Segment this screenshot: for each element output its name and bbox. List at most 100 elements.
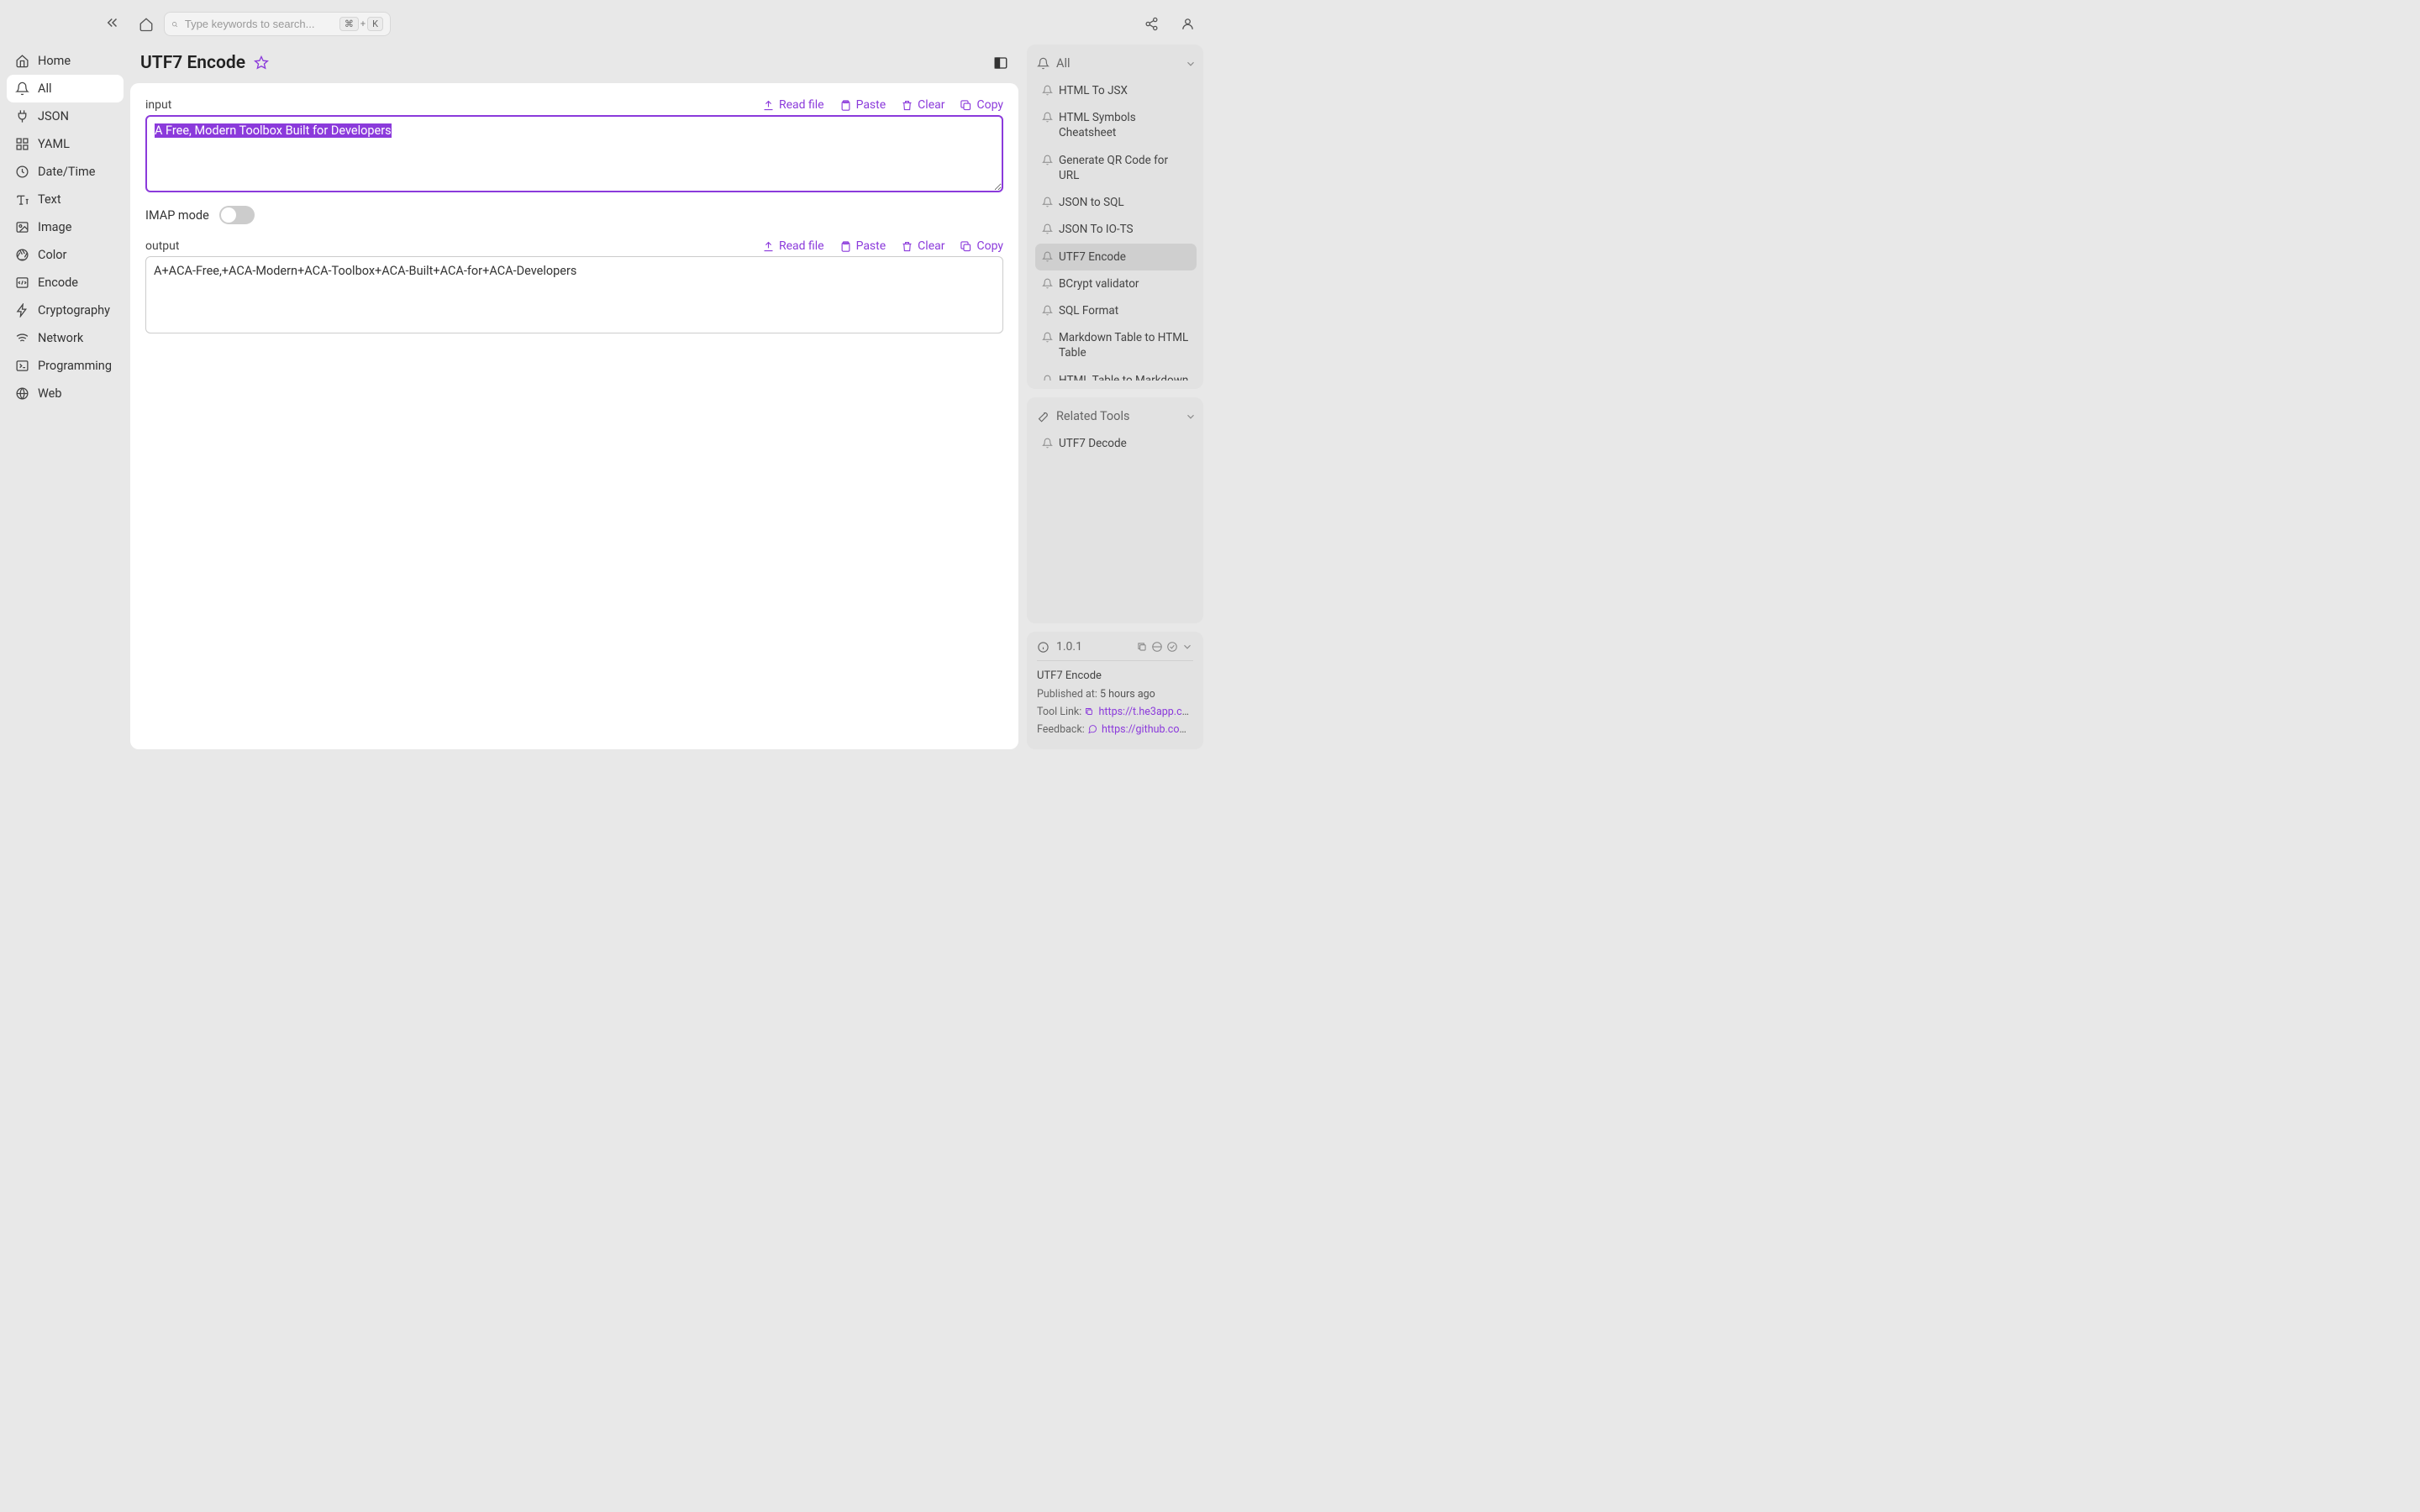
home-button[interactable] [139,17,154,32]
tool-item[interactable]: Generate QR Code for URL [1035,147,1197,189]
feedback-link[interactable]: https://github.com/… [1102,723,1193,736]
text-icon [15,192,29,207]
favorite-button[interactable] [254,55,269,71]
input-read-file-button[interactable]: Read file [762,98,824,112]
search-icon [171,18,178,30]
tool-item-label: Markdown Table to HTML Table [1059,330,1190,360]
globe-small-icon[interactable] [1151,641,1163,653]
message-icon[interactable] [1087,724,1097,734]
tool-link[interactable]: https://t.he3app.co… [1099,706,1193,718]
info-panel: 1.0.1 UTF7 Encode Published at: 5 hours … [1027,632,1203,749]
tool-item[interactable]: JSON to SQL [1035,189,1197,216]
info-feedback: Feedback: https://github.com/… [1037,723,1193,736]
user-button[interactable] [1181,17,1195,31]
output-textarea[interactable]: A+ACA-Free,+ACA-Modern+ACA-Toolbox+ACA-B… [145,256,1003,333]
copy-icon [960,240,972,253]
input-text-selected: A Free, Modern Toolbox Built for Develop… [155,123,392,138]
output-read-file-button[interactable]: Read file [762,239,824,253]
paste-icon [839,240,852,253]
tool-item-label: HTML Table to Markdown Table [1059,373,1190,381]
page-title: UTF7 Encode [140,53,245,73]
input-clear-button[interactable]: Clear [901,98,944,112]
collapse-sidebar-button[interactable] [105,15,120,30]
upload-icon [762,240,775,253]
aperture-icon [15,248,29,262]
toggle-sidepanel-button[interactable] [993,55,1008,71]
tool-item-label: SQL Format [1059,303,1118,318]
chevron-down-icon[interactable] [1185,411,1197,423]
nav-programming[interactable]: Programming [7,352,124,380]
tool-item[interactable]: Markdown Table to HTML Table [1035,324,1197,366]
nav-datetime[interactable]: Date/Time [7,158,124,186]
nav-text[interactable]: Text [7,186,124,213]
topbar: ⌘ + K [130,7,1203,45]
info-icon [1037,641,1050,654]
info-published: Published at: 5 hours ago [1037,688,1193,701]
input-label: input [145,98,171,112]
input-textarea[interactable]: A Free, Modern Toolbox Built for Develop… [145,115,1003,192]
share-button[interactable] [1144,17,1159,31]
nav-yaml[interactable]: YAML [7,130,124,158]
nav-label: Cryptography [38,303,110,318]
output-clear-button[interactable]: Clear [901,239,944,253]
output-copy-button[interactable]: Copy [960,239,1003,253]
nav-encode[interactable]: Encode [7,269,124,297]
page-header: UTF7 Encode [130,45,1018,83]
tool-item[interactable]: BCrypt validator [1035,270,1197,297]
all-tools-panel: All HTML To JSX HTML Symbols Cheatsheet Ge… [1027,45,1203,389]
right-column: All HTML To JSX HTML Symbols Cheatsheet Ge… [1027,45,1203,749]
bell-icon [15,81,29,96]
tool-item[interactable]: UTF7 Encode [1035,244,1197,270]
nav-cryptography[interactable]: Cryptography [7,297,124,324]
wifi-icon [15,331,29,345]
nav-home[interactable]: Home [7,47,124,75]
chevron-down-icon[interactable] [1181,641,1193,653]
tool-item-label: HTML Symbols Cheatsheet [1059,110,1190,140]
related-tools-header: Related Tools [1035,406,1200,430]
bolt-icon [15,303,29,318]
nav-color[interactable]: Color [7,241,124,269]
search-box[interactable]: ⌘ + K [164,12,391,36]
tool-item-label: UTF7 Decode [1059,436,1127,451]
nav-label: Web [38,386,61,401]
input-paste-button[interactable]: Paste [839,98,886,112]
bell-icon [1037,57,1050,70]
output-paste-button[interactable]: Paste [839,239,886,253]
all-tools-list[interactable]: HTML To JSX HTML Symbols Cheatsheet Genera… [1035,77,1200,381]
check-circle-icon[interactable] [1166,641,1178,653]
info-header-icons [1136,641,1193,653]
all-tools-header: All [1035,53,1200,77]
copy-icon[interactable] [1084,706,1094,717]
tool-item-label: BCrypt validator [1059,276,1139,291]
tool-item[interactable]: UTF7 Decode [1035,430,1197,457]
copy-small-icon[interactable] [1136,641,1148,653]
info-tool-link: Tool Link: https://t.he3app.co… [1037,706,1193,718]
search-input[interactable] [185,18,333,30]
input-copy-button[interactable]: Copy [960,98,1003,112]
tool-item[interactable]: HTML Table to Markdown Table [1035,367,1197,381]
search-shortcut: ⌘ + K [339,17,383,31]
imap-toggle[interactable] [219,206,255,224]
trash-icon [901,240,913,253]
nav-network[interactable]: Network [7,324,124,352]
tool-item-label: JSON To IO-TS [1059,222,1134,237]
tool-item[interactable]: HTML To JSX [1035,77,1197,104]
nav-all[interactable]: All [7,75,124,102]
tool-item[interactable]: JSON To IO-TS [1035,216,1197,243]
nav-json[interactable]: JSON [7,102,124,130]
nav-label: Encode [38,276,78,290]
nav-label: Date/Time [38,165,95,179]
nav-label: Color [38,248,66,262]
nav-web[interactable]: Web [7,380,124,407]
main-wrapper: ⌘ + K UTF7 Encode input [130,0,1210,756]
chevron-down-icon[interactable] [1185,58,1197,70]
nav-label: All [38,81,52,96]
nav-image[interactable]: Image [7,213,124,241]
version-text: 1.0.1 [1056,640,1082,654]
input-header: input Read file Paste Clear [145,98,1003,112]
tool-item[interactable]: SQL Format [1035,297,1197,324]
tool-body: input Read file Paste Clear [130,83,1018,749]
clock-icon [15,165,29,179]
tool-item[interactable]: HTML Symbols Cheatsheet [1035,104,1197,146]
main-panel: UTF7 Encode input Read file [130,45,1018,749]
